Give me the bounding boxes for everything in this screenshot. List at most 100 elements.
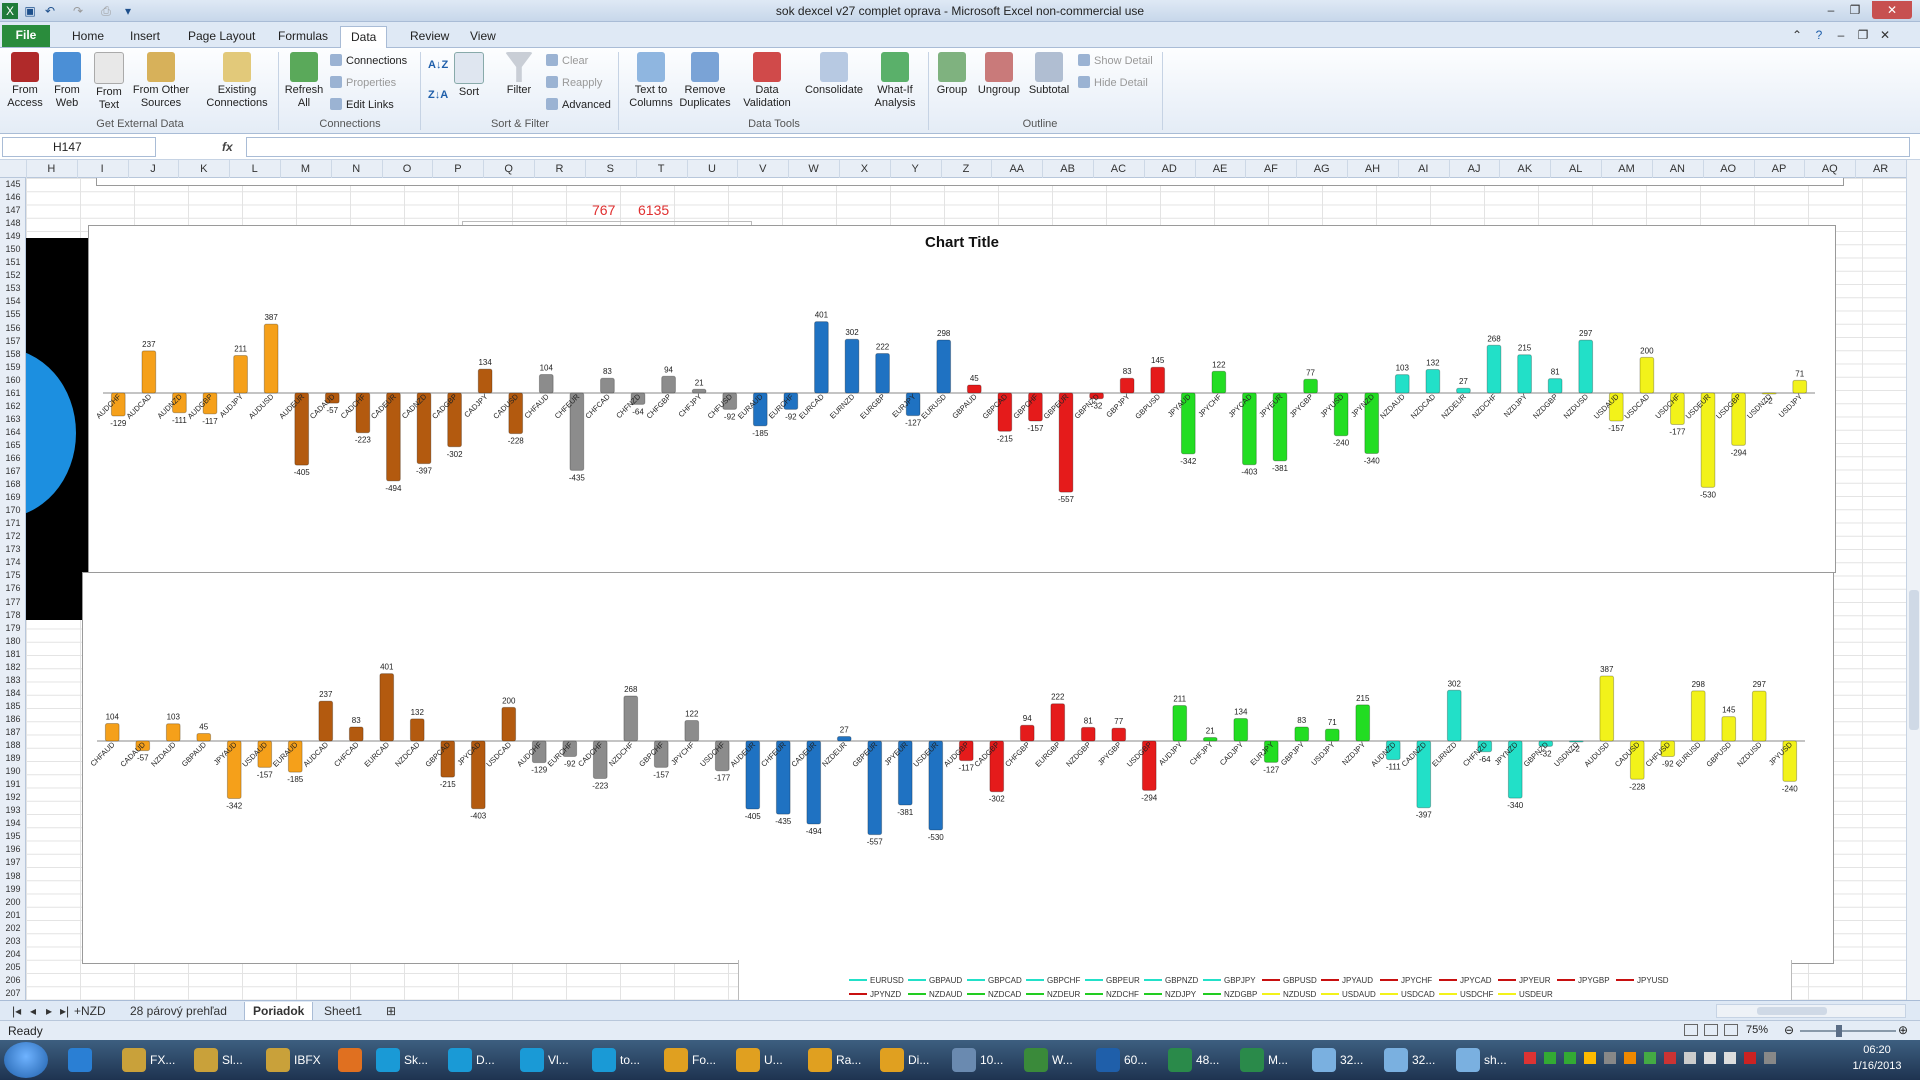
- bar-gbpeur[interactable]: [1058, 392, 1074, 493]
- column-header[interactable]: AH: [1347, 160, 1399, 178]
- tab-insert[interactable]: Insert: [120, 26, 170, 48]
- ie-taskbar-icon[interactable]: [60, 1044, 100, 1076]
- page-layout-view-icon[interactable]: [1704, 1024, 1718, 1036]
- row-header[interactable]: 173: [0, 543, 26, 556]
- bar-chfgbp[interactable]: [661, 375, 676, 394]
- bar-eurusd[interactable]: [936, 339, 952, 394]
- bar-nzdaud[interactable]: [165, 723, 181, 742]
- row-header[interactable]: 152: [0, 269, 26, 282]
- row-header[interactable]: 178: [0, 609, 26, 622]
- taskbar-button[interactable]: 10...: [948, 1044, 1018, 1076]
- insert-function-icon[interactable]: fx: [222, 137, 242, 157]
- bar-chfgbp[interactable]: [1019, 724, 1035, 742]
- row-header[interactable]: 156: [0, 322, 26, 335]
- taskbar-button[interactable]: 32...: [1308, 1044, 1378, 1076]
- row-header[interactable]: 193: [0, 804, 26, 817]
- column-header[interactable]: X: [839, 160, 891, 178]
- bar-nzdcad[interactable]: [409, 718, 425, 742]
- column-header[interactable]: H: [26, 160, 78, 178]
- sheet-tab-nzd[interactable]: +NZD: [66, 1002, 114, 1020]
- row-header[interactable]: 180: [0, 635, 26, 648]
- bar-usdcad[interactable]: [501, 706, 517, 742]
- edit-links-button[interactable]: Edit Links: [330, 96, 394, 114]
- row-header[interactable]: 204: [0, 948, 26, 961]
- row-header[interactable]: 185: [0, 700, 26, 713]
- row-header[interactable]: 164: [0, 426, 26, 439]
- row-header[interactable]: 147: [0, 204, 26, 217]
- row-header[interactable]: 192: [0, 791, 26, 804]
- sort-z-a-icon[interactable]: Z↓A: [428, 86, 448, 104]
- formula-input[interactable]: [246, 137, 1910, 157]
- taskbar-button[interactable]: IBFX: [262, 1044, 332, 1076]
- column-header[interactable]: N: [331, 160, 383, 178]
- column-header[interactable]: R: [534, 160, 586, 178]
- bar-nzdgbp[interactable]: [1547, 378, 1563, 394]
- legend-item[interactable]: USDAUD: [1321, 990, 1376, 999]
- bar-gbpusd[interactable]: [1721, 716, 1737, 742]
- bar-gbpjpy[interactable]: [1119, 377, 1135, 394]
- chart-top[interactable]: Chart Title -129 AUDCHF 237 AUDCAD -111 AUDNZ…: [88, 225, 1836, 573]
- bar-jpygbp[interactable]: [1111, 727, 1127, 742]
- bar-nzdusd[interactable]: [1751, 690, 1767, 742]
- taskbar-button[interactable]: U...: [732, 1044, 802, 1076]
- doc-restore-icon[interactable]: ❐: [1852, 26, 1874, 44]
- taskbar-button[interactable]: Sl...: [190, 1044, 260, 1076]
- ribbon-minimize-icon[interactable]: ⌃: [1786, 26, 1808, 44]
- remove-duplicates-button[interactable]: Remove Duplicates: [678, 52, 732, 110]
- bar-usdjpy[interactable]: [1792, 379, 1808, 394]
- taskbar-button[interactable]: to...: [588, 1044, 658, 1076]
- horizontal-scrollbar[interactable]: [1716, 1004, 1906, 1018]
- row-header[interactable]: 181: [0, 648, 26, 661]
- column-header[interactable]: M: [280, 160, 332, 178]
- text-to-columns-button[interactable]: Text to Columns: [624, 52, 678, 110]
- bar-jpychf[interactable]: [684, 720, 700, 742]
- column-header[interactable]: K: [178, 160, 231, 178]
- legend-item[interactable]: NZDEUR: [1026, 990, 1080, 999]
- tab-page-layout[interactable]: Page Layout: [178, 26, 265, 48]
- tray-icon[interactable]: [1624, 1052, 1636, 1064]
- row-header[interactable]: 149: [0, 230, 26, 243]
- row-header[interactable]: 195: [0, 830, 26, 843]
- network-icon[interactable]: [1704, 1052, 1716, 1064]
- row-header[interactable]: 154: [0, 295, 26, 308]
- taskbar-date[interactable]: 1/16/2013: [1842, 1060, 1912, 1072]
- column-header[interactable]: Q: [483, 160, 536, 178]
- column-header[interactable]: AA: [991, 160, 1044, 178]
- start-button-icon[interactable]: [4, 1042, 48, 1078]
- legend-item[interactable]: NZDUSD: [1262, 990, 1316, 999]
- bar-chfcad[interactable]: [600, 377, 615, 394]
- chart-bottom[interactable]: 104 CHFAUD -57 CADAUD 103 NZDAUD 45 GBPAUD -342 J…: [82, 572, 1834, 964]
- row-header[interactable]: 161: [0, 387, 26, 400]
- column-header[interactable]: AL: [1550, 160, 1603, 178]
- consolidate-button[interactable]: Consolidate: [802, 52, 866, 97]
- bar-audcad[interactable]: [318, 700, 334, 742]
- subtotal-button[interactable]: Subtotal: [1024, 52, 1074, 97]
- row-header[interactable]: 189: [0, 752, 26, 765]
- zoom-level[interactable]: 75%: [1746, 1024, 1768, 1036]
- column-header[interactable]: L: [229, 160, 282, 178]
- from-other-sources-button[interactable]: From Other Sources: [130, 52, 192, 110]
- taskbar-button[interactable]: 48...: [1164, 1044, 1234, 1076]
- taskbar-button[interactable]: M...: [1236, 1044, 1306, 1076]
- embedded-image[interactable]: [26, 238, 88, 620]
- cell-s147[interactable]: 6135: [638, 202, 669, 218]
- legend-item[interactable]: NZDJPY: [1144, 990, 1196, 999]
- clear-button[interactable]: Clear: [546, 52, 588, 70]
- from-access-button[interactable]: From Access: [4, 52, 46, 110]
- column-header[interactable]: W: [788, 160, 840, 178]
- from-web-button[interactable]: From Web: [46, 52, 88, 110]
- legend-item[interactable]: JPYCAD: [1439, 976, 1492, 985]
- taskbar-button[interactable]: Sk...: [372, 1044, 442, 1076]
- horizontal-scroll-thumb[interactable]: [1757, 1007, 1827, 1015]
- group-button[interactable]: Group: [932, 52, 972, 97]
- legend-item[interactable]: NZDGBP: [1203, 990, 1257, 999]
- taskbar-button[interactable]: W...: [1020, 1044, 1090, 1076]
- tray-icon[interactable]: [1664, 1052, 1676, 1064]
- row-header[interactable]: 157: [0, 335, 26, 348]
- column-header[interactable]: O: [382, 160, 434, 178]
- bar-audcad[interactable]: [141, 350, 157, 394]
- properties-button[interactable]: Properties: [330, 74, 396, 92]
- legend-item[interactable]: EURUSD: [849, 976, 904, 985]
- column-header[interactable]: AM: [1601, 160, 1653, 178]
- tab-view[interactable]: View: [460, 26, 506, 48]
